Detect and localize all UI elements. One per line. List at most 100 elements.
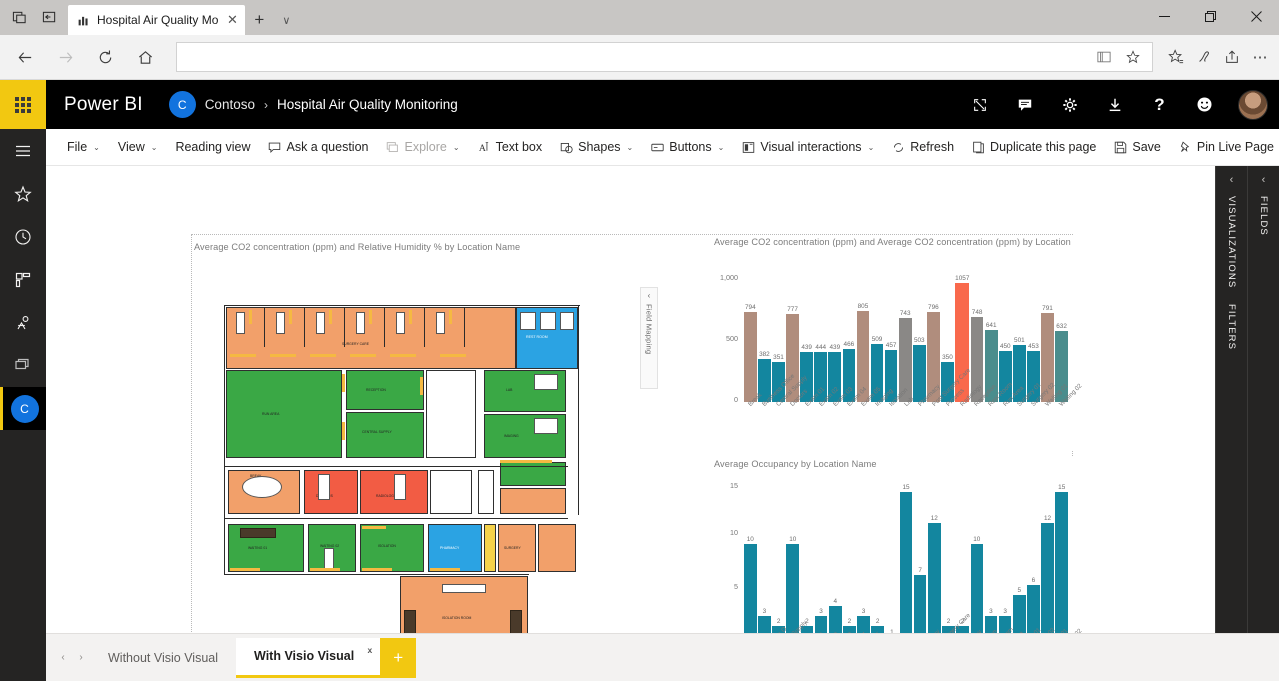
shapes-icon xyxy=(560,141,573,154)
field-mapping-panel[interactable]: ‹ Field Mapping xyxy=(640,287,658,389)
sidebar-item-menu[interactable] xyxy=(0,129,46,172)
report-page[interactable]: Average CO2 concentration (ppm) and Rela… xyxy=(191,234,1084,681)
tabs-you-set-aside-icon[interactable] xyxy=(34,3,64,33)
x-label-cell: Exam 03 xyxy=(829,386,854,450)
refresh-button[interactable] xyxy=(86,38,124,76)
ribbon-save[interactable]: Save xyxy=(1105,129,1170,166)
settings-gear-icon[interactable] xyxy=(1047,80,1092,129)
report-canvas-area[interactable]: Average CO2 concentration (ppm) and Rela… xyxy=(46,166,1215,681)
bar-column[interactable]: 15 xyxy=(1055,484,1068,647)
browser-tab[interactable]: Hospital Air Quality Mo ✕ xyxy=(68,5,246,35)
bar-column[interactable]: 503 xyxy=(912,337,926,402)
ribbon-visual-interactions[interactable]: Visual interactions ⌄ xyxy=(733,129,883,166)
expand-fields-chevron-icon[interactable]: ‹ xyxy=(1262,174,1266,186)
restore-button[interactable] xyxy=(1187,0,1233,32)
reading-view-icon[interactable] xyxy=(1091,44,1117,70)
ribbon-view[interactable]: View ⌄ xyxy=(109,129,167,166)
ribbon-text-box[interactable]: A Text box xyxy=(469,129,552,166)
occupancy-chart-title: Average Occupancy by Location Name xyxy=(714,459,877,469)
sidebar-item-apps[interactable] xyxy=(0,258,46,301)
bar-rect[interactable] xyxy=(928,523,941,647)
page-tab-with-visio-visual[interactable]: With Visio Visual x xyxy=(236,637,381,678)
address-bar[interactable] xyxy=(176,42,1153,72)
fp-isolation xyxy=(360,524,424,572)
bar-value-label: 1057 xyxy=(955,274,970,282)
sidebar-item-recent[interactable] xyxy=(0,215,46,258)
filters-panel-label[interactable]: Filters xyxy=(1226,304,1237,350)
occ-ytick-5: 5 xyxy=(734,582,738,591)
fp-corridor xyxy=(426,370,476,458)
chevron-down-icon: ⌄ xyxy=(867,142,875,152)
breadcrumb: C Contoso › Hospital Air Quality Monitor… xyxy=(168,91,458,118)
page-tabs-next-icon[interactable]: › xyxy=(72,638,90,678)
bar-rect[interactable] xyxy=(744,543,757,647)
favorites-hub-icon[interactable] xyxy=(1163,44,1189,70)
ribbon-file[interactable]: File ⌄ xyxy=(58,129,109,166)
powerbi-logo[interactable]: Power BI xyxy=(64,94,143,116)
bar-column[interactable]: 794 xyxy=(744,304,757,402)
ribbon-shapes[interactable]: Shapes ⌄ xyxy=(551,129,642,166)
home-button[interactable] xyxy=(126,38,164,76)
sidebar-item-favorites[interactable] xyxy=(0,172,46,215)
explore-icon xyxy=(386,141,399,154)
co2-bar-chart-visual[interactable]: Average CO2 concentration (ppm) and Aver… xyxy=(712,235,1084,450)
fp-label-isolation-room: ISOLATION ROOM xyxy=(442,616,472,620)
breadcrumb-workspace[interactable]: Contoso xyxy=(205,97,255,112)
bar-value-label: 503 xyxy=(913,337,925,345)
page-tab-without-visio-visual[interactable]: Without Visio Visual xyxy=(90,638,236,678)
ribbon-explore[interactable]: Explore ⌄ xyxy=(377,129,468,166)
favorite-star-icon[interactable] xyxy=(1120,44,1146,70)
sidebar-item-shared-with-me[interactable] xyxy=(0,301,46,344)
help-icon[interactable]: ? xyxy=(1137,80,1182,129)
ribbon-buttons[interactable]: Buttons ⌄ xyxy=(642,129,733,166)
visualizations-panel-label[interactable]: Visualizations xyxy=(1226,196,1237,288)
fullscreen-icon[interactable] xyxy=(957,80,1002,129)
expand-visualizations-chevron-icon[interactable]: ‹ xyxy=(1230,174,1234,186)
chevron-left-icon[interactable]: ‹ xyxy=(648,291,651,300)
feedback-smiley-icon[interactable] xyxy=(1182,80,1227,129)
new-tab-button[interactable]: + xyxy=(245,5,273,35)
sidebar-item-current-workspace[interactable]: C xyxy=(0,387,46,430)
bar-column[interactable]: 10 xyxy=(744,536,757,647)
bar-rect[interactable] xyxy=(744,312,757,402)
minimize-button[interactable] xyxy=(1141,0,1187,32)
page-tab-close-icon[interactable]: x xyxy=(367,645,372,655)
browser-more-icon[interactable]: ⋯ xyxy=(1247,44,1273,70)
fields-panel[interactable]: ‹ Fields xyxy=(1247,166,1279,681)
visio-visual[interactable]: Average CO2 concentration (ppm) and Rela… xyxy=(192,240,697,681)
bar-column[interactable]: 15 xyxy=(899,484,913,647)
comments-icon[interactable] xyxy=(1002,80,1047,129)
x-label-cell: Imaging xyxy=(871,387,895,450)
bar-rect[interactable] xyxy=(1055,492,1068,647)
user-avatar[interactable] xyxy=(1227,80,1279,129)
bar-rect[interactable] xyxy=(912,345,926,402)
ribbon-refresh[interactable]: Refresh xyxy=(883,129,963,166)
close-button[interactable] xyxy=(1233,0,1279,32)
add-page-button[interactable]: + xyxy=(380,637,417,678)
tab-list-chevron-down-icon[interactable]: ∨ xyxy=(273,5,299,35)
fields-panel-label[interactable]: Fields xyxy=(1258,196,1269,236)
visio-floor-plan[interactable]: REST ROOM SURGERY CARE RUN AREA RECEPTIO… xyxy=(194,262,666,681)
ribbon-pin-live-page[interactable]: Pin Live Page xyxy=(1170,129,1279,166)
visualizations-filters-panel[interactable]: ‹ Visualizations Filters xyxy=(1215,166,1247,681)
forward-button[interactable] xyxy=(46,38,84,76)
share-icon[interactable] xyxy=(1219,44,1245,70)
set-tabs-aside-icon[interactable] xyxy=(4,3,34,33)
download-icon[interactable] xyxy=(1092,80,1137,129)
bar-rect[interactable] xyxy=(899,492,913,647)
fp-surgery-02 xyxy=(538,524,576,572)
web-notes-pen-icon[interactable] xyxy=(1191,44,1217,70)
text-box-icon: A xyxy=(478,141,491,154)
ribbon-duplicate-page[interactable]: Duplicate this page xyxy=(963,129,1105,166)
ribbon-reading-view[interactable]: Reading view xyxy=(166,129,259,166)
sidebar-item-workspaces[interactable] xyxy=(0,344,46,387)
ribbon-ask-a-question[interactable]: Ask a question xyxy=(259,129,377,166)
fp-label-reception: RECEPTION xyxy=(366,388,386,392)
ribbon-explore-label: Explore xyxy=(404,140,447,154)
bar-value-label: 3 xyxy=(1003,608,1007,616)
bar-column[interactable]: 12 xyxy=(928,515,941,647)
back-button[interactable] xyxy=(6,38,44,76)
app-launcher-waffle-icon[interactable] xyxy=(0,80,46,129)
tab-close-icon[interactable]: ✕ xyxy=(225,12,239,27)
page-tabs-prev-icon[interactable]: ‹ xyxy=(54,638,72,678)
